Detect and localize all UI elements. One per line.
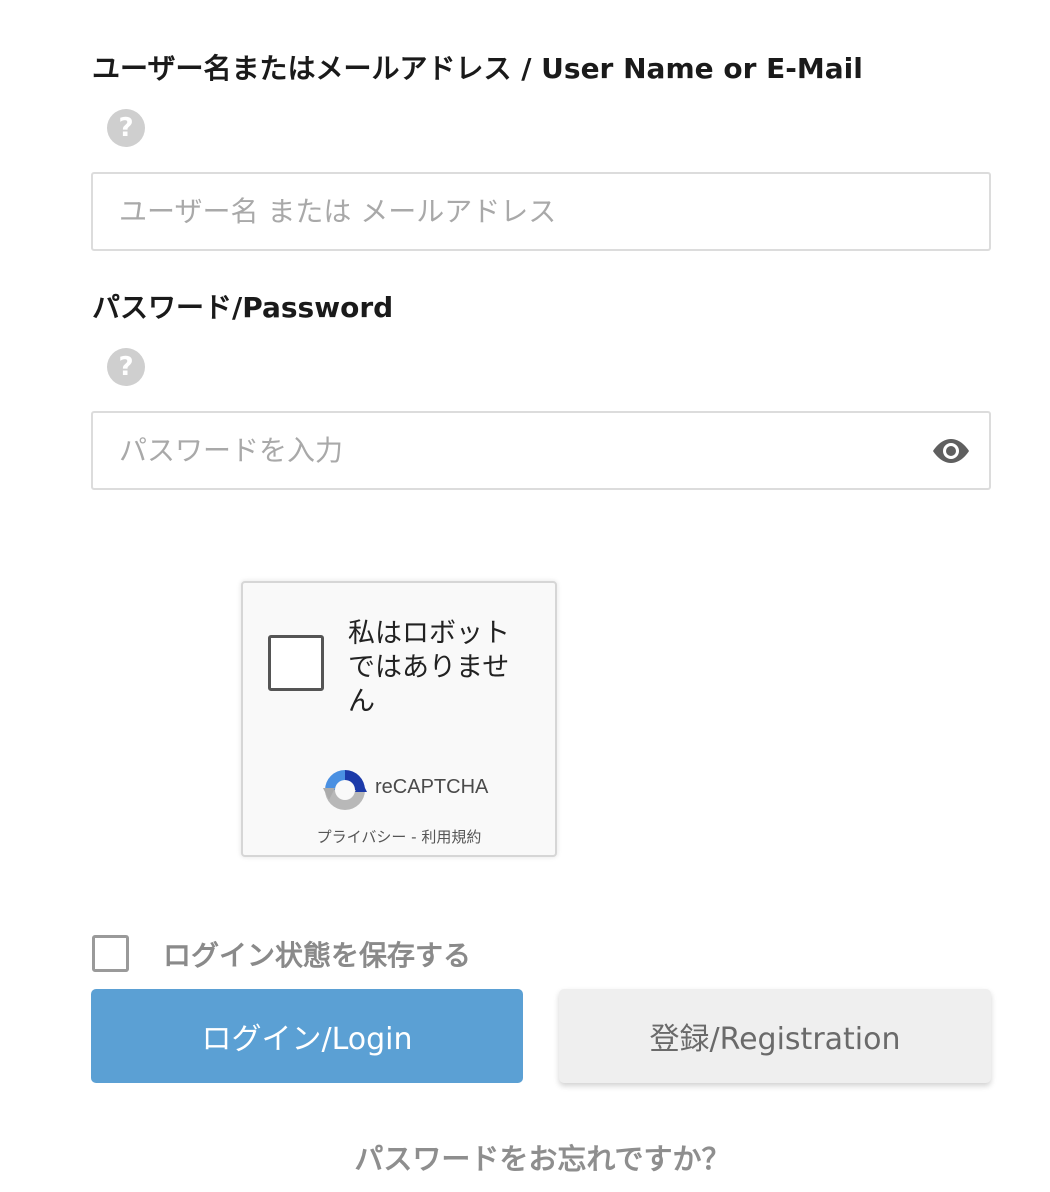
recaptcha-links: プライバシー - 利用規約: [243, 826, 555, 847]
recaptcha-brand: reCAPTCHA: [375, 776, 489, 798]
login-button[interactable]: ログイン/Login: [91, 989, 523, 1083]
recaptcha-checkbox-label: 私はロボットではありません: [348, 618, 510, 717]
recaptcha-widget: 私はロボットではありません reCAPTCHA プライバシー - 利用規約: [241, 581, 557, 857]
recaptcha-link-separator: -: [406, 828, 422, 846]
username-label: ユーザー名またはメールアドレス / User Name or E-Mail: [92, 52, 863, 85]
recaptcha-privacy-link[interactable]: プライバシー: [317, 828, 407, 846]
username-input[interactable]: [91, 172, 991, 251]
password-input[interactable]: [91, 411, 991, 490]
forgot-password-link[interactable]: パスワードをお忘れですか？: [0, 1136, 1050, 1178]
recaptcha-logo-icon: [323, 770, 367, 810]
password-help-icon[interactable]: ?: [107, 348, 145, 386]
eye-icon[interactable]: [930, 436, 972, 466]
recaptcha-terms-link[interactable]: 利用規約: [421, 828, 481, 846]
password-label: パスワード/Password: [92, 291, 394, 324]
register-button[interactable]: 登録/Registration: [559, 989, 991, 1083]
recaptcha-checkbox[interactable]: [268, 635, 324, 691]
username-help-icon[interactable]: ?: [107, 109, 145, 147]
remember-me-label[interactable]: ログイン状態を保存する: [163, 934, 471, 974]
remember-me-checkbox[interactable]: [92, 935, 129, 972]
